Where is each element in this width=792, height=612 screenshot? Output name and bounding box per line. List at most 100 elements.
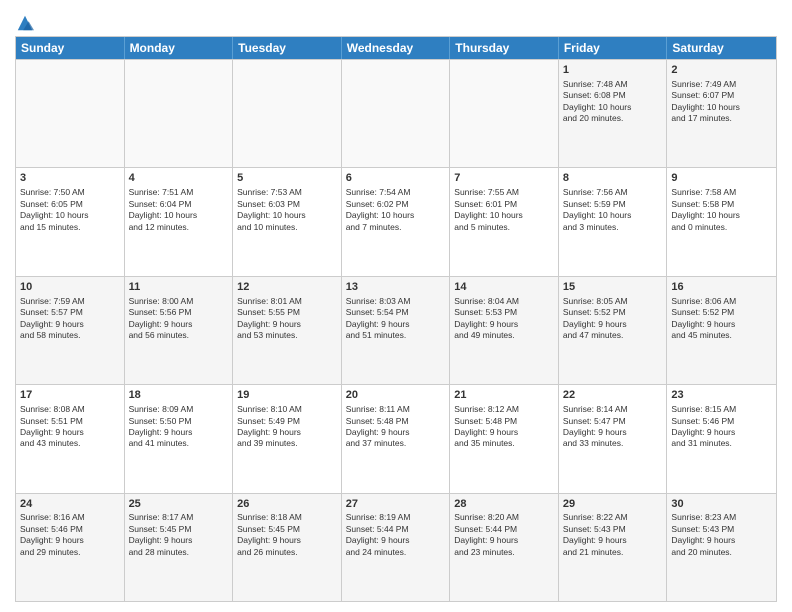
day-cell-9: 9Sunrise: 7:58 AMSunset: 5:58 PMDaylight… [667, 168, 776, 275]
cell-text-line: Daylight: 9 hours [129, 535, 229, 546]
day-number: 21 [454, 388, 554, 403]
cell-text-line: Sunset: 5:57 PM [20, 307, 120, 318]
day-number: 10 [20, 280, 120, 295]
day-cell-22: 22Sunrise: 8:14 AMSunset: 5:47 PMDayligh… [559, 385, 668, 492]
cell-text-line: Sunset: 6:01 PM [454, 199, 554, 210]
day-cell-1: 1Sunrise: 7:48 AMSunset: 6:08 PMDaylight… [559, 60, 668, 167]
cell-text-line: and 5 minutes. [454, 222, 554, 233]
cell-text-line: Sunset: 5:59 PM [563, 199, 663, 210]
day-number: 18 [129, 388, 229, 403]
day-number: 26 [237, 497, 337, 512]
cell-text-line: Sunrise: 7:50 AM [20, 187, 120, 198]
empty-cell [342, 60, 451, 167]
cell-text-line: and 56 minutes. [129, 330, 229, 341]
cell-text-line: and 43 minutes. [20, 438, 120, 449]
day-number: 19 [237, 388, 337, 403]
cell-text-line: and 47 minutes. [563, 330, 663, 341]
calendar-row-4: 24Sunrise: 8:16 AMSunset: 5:46 PMDayligh… [16, 493, 776, 601]
cell-text-line: Sunrise: 7:53 AM [237, 187, 337, 198]
calendar: SundayMondayTuesdayWednesdayThursdayFrid… [15, 36, 777, 602]
day-cell-13: 13Sunrise: 8:03 AMSunset: 5:54 PMDayligh… [342, 277, 451, 384]
day-number: 4 [129, 171, 229, 186]
cell-text-line: Sunrise: 8:03 AM [346, 296, 446, 307]
cell-text-line: Sunrise: 7:48 AM [563, 79, 663, 90]
cell-text-line: Sunset: 5:55 PM [237, 307, 337, 318]
day-number: 23 [671, 388, 772, 403]
day-number: 12 [237, 280, 337, 295]
cell-text-line: Daylight: 10 hours [454, 210, 554, 221]
cell-text-line: Sunset: 5:47 PM [563, 416, 663, 427]
day-cell-21: 21Sunrise: 8:12 AMSunset: 5:48 PMDayligh… [450, 385, 559, 492]
day-number: 30 [671, 497, 772, 512]
cell-text-line: Daylight: 9 hours [563, 319, 663, 330]
cell-text-line: Sunset: 5:56 PM [129, 307, 229, 318]
cell-text-line: Sunrise: 8:15 AM [671, 404, 772, 415]
day-cell-26: 26Sunrise: 8:18 AMSunset: 5:45 PMDayligh… [233, 494, 342, 601]
day-cell-25: 25Sunrise: 8:17 AMSunset: 5:45 PMDayligh… [125, 494, 234, 601]
cell-text-line: and 20 minutes. [671, 547, 772, 558]
day-cell-29: 29Sunrise: 8:22 AMSunset: 5:43 PMDayligh… [559, 494, 668, 601]
day-header-wednesday: Wednesday [342, 37, 451, 59]
cell-text-line: Sunrise: 7:49 AM [671, 79, 772, 90]
day-cell-6: 6Sunrise: 7:54 AMSunset: 6:02 PMDaylight… [342, 168, 451, 275]
calendar-body: 1Sunrise: 7:48 AMSunset: 6:08 PMDaylight… [16, 59, 776, 601]
day-number: 3 [20, 171, 120, 186]
day-cell-20: 20Sunrise: 8:11 AMSunset: 5:48 PMDayligh… [342, 385, 451, 492]
cell-text-line: Sunset: 5:54 PM [346, 307, 446, 318]
day-number: 13 [346, 280, 446, 295]
cell-text-line: Sunset: 5:48 PM [454, 416, 554, 427]
cell-text-line: and 20 minutes. [563, 113, 663, 124]
logo-icon [16, 14, 34, 32]
cell-text-line: Sunrise: 8:08 AM [20, 404, 120, 415]
cell-text-line: Sunrise: 8:05 AM [563, 296, 663, 307]
cell-text-line: and 45 minutes. [671, 330, 772, 341]
cell-text-line: Daylight: 10 hours [563, 102, 663, 113]
cell-text-line: and 17 minutes. [671, 113, 772, 124]
day-number: 8 [563, 171, 663, 186]
day-cell-15: 15Sunrise: 8:05 AMSunset: 5:52 PMDayligh… [559, 277, 668, 384]
cell-text-line: Sunrise: 7:54 AM [346, 187, 446, 198]
cell-text-line: Daylight: 9 hours [129, 427, 229, 438]
header [15, 10, 777, 30]
day-header-friday: Friday [559, 37, 668, 59]
cell-text-line: Sunrise: 7:55 AM [454, 187, 554, 198]
day-number: 17 [20, 388, 120, 403]
day-number: 16 [671, 280, 772, 295]
cell-text-line: Sunset: 6:08 PM [563, 90, 663, 101]
day-cell-12: 12Sunrise: 8:01 AMSunset: 5:55 PMDayligh… [233, 277, 342, 384]
cell-text-line: Sunrise: 8:16 AM [20, 512, 120, 523]
page: SundayMondayTuesdayWednesdayThursdayFrid… [0, 0, 792, 612]
cell-text-line: and 7 minutes. [346, 222, 446, 233]
cell-text-line: Daylight: 9 hours [237, 319, 337, 330]
cell-text-line: and 10 minutes. [237, 222, 337, 233]
cell-text-line: Sunrise: 8:04 AM [454, 296, 554, 307]
empty-cell [16, 60, 125, 167]
day-header-monday: Monday [125, 37, 234, 59]
day-number: 6 [346, 171, 446, 186]
cell-text-line: and 24 minutes. [346, 547, 446, 558]
cell-text-line: Sunset: 5:49 PM [237, 416, 337, 427]
cell-text-line: and 33 minutes. [563, 438, 663, 449]
cell-text-line: and 29 minutes. [20, 547, 120, 558]
cell-text-line: Sunrise: 7:51 AM [129, 187, 229, 198]
cell-text-line: Sunset: 5:51 PM [20, 416, 120, 427]
day-number: 1 [563, 63, 663, 78]
cell-text-line: Sunset: 5:43 PM [671, 524, 772, 535]
day-number: 22 [563, 388, 663, 403]
day-cell-11: 11Sunrise: 8:00 AMSunset: 5:56 PMDayligh… [125, 277, 234, 384]
calendar-row-2: 10Sunrise: 7:59 AMSunset: 5:57 PM Dayligh… [16, 276, 776, 384]
cell-text-line: Sunrise: 7:59 AM [20, 296, 120, 307]
day-header-thursday: Thursday [450, 37, 559, 59]
cell-text-line: and 49 minutes. [454, 330, 554, 341]
cell-text-line: Sunrise: 8:19 AM [346, 512, 446, 523]
cell-text-line: Sunset: 5:52 PM [671, 307, 772, 318]
day-cell-19: 19Sunrise: 8:10 AMSunset: 5:49 PMDayligh… [233, 385, 342, 492]
cell-text-line: Daylight: 10 hours [671, 210, 772, 221]
cell-text-line: Sunset: 6:04 PM [129, 199, 229, 210]
cell-text-line: and 26 minutes. [237, 547, 337, 558]
empty-cell [450, 60, 559, 167]
day-cell-8: 8Sunrise: 7:56 AMSunset: 5:59 PMDaylight… [559, 168, 668, 275]
day-number: 7 [454, 171, 554, 186]
day-number: 5 [237, 171, 337, 186]
cell-text-line: Sunset: 6:03 PM [237, 199, 337, 210]
